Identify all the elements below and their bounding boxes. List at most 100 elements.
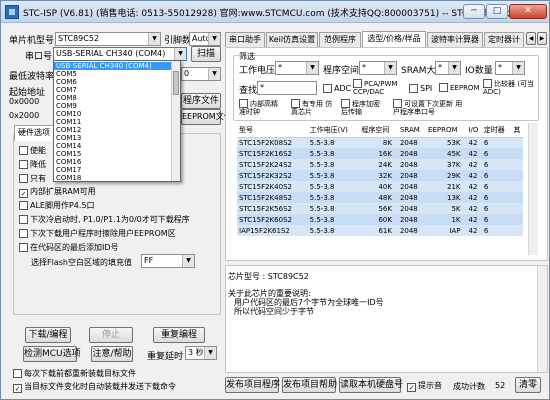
table-scrollbar[interactable]	[528, 123, 538, 255]
checkbox[interactable]	[19, 215, 28, 224]
column-header[interactable]: SRAM	[397, 123, 427, 138]
filter-spi[interactable]: SPI	[409, 83, 432, 94]
io-count-select[interactable]: * ▼	[495, 61, 525, 75]
reload-before-download-option[interactable]: 每次下载前都重新装载目标文件	[13, 368, 136, 379]
port-option[interactable]: COM6	[54, 78, 172, 86]
column-header[interactable]: 其	[511, 123, 523, 138]
checkbox[interactable]	[13, 369, 22, 378]
port-option[interactable]: COM9	[54, 102, 172, 110]
info-scrollbar[interactable]	[537, 266, 547, 372]
filter-adc[interactable]: ADC	[323, 83, 351, 94]
checkbox[interactable]	[323, 84, 332, 93]
publish-program-button[interactable]: 发布项目程序	[225, 377, 280, 393]
stop-button[interactable]: 停止	[89, 327, 133, 343]
beep-option[interactable]: ✓ 提示音	[407, 380, 442, 392]
port-option[interactable]: COM15	[54, 150, 172, 158]
tab-baud-calculator[interactable]: 波特率计算器	[427, 32, 483, 47]
repeat-program-button[interactable]: 重复编程	[153, 327, 205, 343]
port-option[interactable]: COM5	[54, 70, 172, 78]
checkbox[interactable]	[341, 99, 350, 108]
option-ale-pin[interactable]: ALE脚用作P4.5口	[19, 200, 95, 211]
close-button[interactable]: ✕	[509, 4, 547, 19]
help-button[interactable]: 注意/帮助	[91, 346, 133, 362]
baud-select[interactable]: 0 ▼	[181, 67, 221, 81]
checkbox[interactable]	[19, 160, 28, 169]
port-option[interactable]: COM8	[54, 94, 172, 102]
detect-mcu-button[interactable]: 检测MCU选项	[23, 346, 81, 362]
table-row[interactable]: IAP15F2K61S2 5.5-3.8 61K 2048 IAP 42 6	[237, 225, 523, 236]
tab-serial-assistant[interactable]: 串口助手	[225, 32, 265, 47]
column-header[interactable]: EEPROM	[426, 123, 467, 138]
scan-button[interactable]: 扫描	[191, 46, 221, 62]
table-row[interactable]: STC15F2K40S2 5.5-3.8 40K 2048 21K 42 6	[237, 181, 523, 192]
clear-count-button[interactable]: 清零	[515, 377, 541, 393]
option-internal-ram[interactable]: ✓ 内部扩展RAM可用	[19, 186, 96, 198]
port-option[interactable]: COM17	[54, 166, 172, 174]
checkbox[interactable]	[393, 99, 402, 108]
table-row[interactable]: STC15F2K56S2 5.5-3.8 56K 2048 5K 42 6	[237, 203, 523, 214]
checkbox[interactable]	[439, 83, 448, 92]
table-row[interactable]: STC15F2K32S2 5.5-3.8 32K 2048 29K 42 6	[237, 170, 523, 181]
filter-encrypt[interactable]: 程序加密 后传输	[341, 99, 387, 116]
port-option[interactable]: COM18	[54, 174, 172, 182]
filter-comparator[interactable]: 比较器 (可当ADC)	[483, 79, 537, 96]
voltage-select[interactable]: * ▼	[275, 61, 319, 75]
column-header[interactable]: 型号	[237, 123, 308, 138]
port-option[interactable]: COM14	[54, 142, 172, 150]
checkbox[interactable]	[483, 79, 492, 88]
tab-keil-settings[interactable]: Keil仿真设置	[266, 32, 318, 47]
tab-scroll-left-button[interactable]: ◀	[526, 32, 536, 45]
column-header[interactable]: 工作电压(V)	[307, 123, 360, 138]
port-option[interactable]: COM16	[54, 158, 172, 166]
tab-hardware-options[interactable]: 硬件选项	[14, 125, 54, 141]
column-header[interactable]: 程序空间	[359, 123, 398, 138]
maximize-button[interactable]: □	[486, 4, 508, 19]
option-erase-eeprom[interactable]: 下次下载用户程序时擦除用户EEPROM区	[19, 228, 176, 239]
table-row[interactable]: STC15F2K48S2 5.5-3.8 48K 2048 13K 42 6	[237, 192, 523, 203]
read-disk-serial-button[interactable]: 读取本机硬盘号	[339, 377, 403, 393]
option-enable[interactable]: 使能	[19, 145, 46, 156]
checkbox-checked[interactable]: ✓	[19, 189, 28, 198]
option-reduce[interactable]: 降低	[19, 159, 46, 170]
tab-timer-calc[interactable]: 定时器计	[484, 32, 524, 47]
filter-emulator[interactable]: 有专用 仿真芯片	[291, 99, 337, 116]
table-row[interactable]: STC15F2K16S2 5.5-3.8 16K 2048 45K 42 6	[237, 148, 523, 159]
checkbox[interactable]	[353, 79, 362, 88]
checkbox-checked[interactable]: ✓	[407, 383, 416, 392]
pin-count-select[interactable]: Auto ▼	[189, 32, 221, 46]
publish-help-button[interactable]: 发布项目帮助	[282, 377, 337, 393]
find-input[interactable]: *	[257, 81, 317, 95]
table-row[interactable]: STC15F2K60S2 5.5-3.8 60K 2048 1K 42 6	[237, 214, 523, 225]
serial-port-select[interactable]: USB-SERIAL CH340 (COM4) ▼	[53, 47, 187, 61]
checkbox[interactable]	[239, 99, 248, 108]
minimize-button[interactable]: ─	[463, 4, 485, 19]
tab-selection-price[interactable]: 选型/价格/样品	[362, 31, 426, 47]
flash-size-select[interactable]: * ▼	[359, 61, 397, 75]
filter-pca[interactable]: PCA/PWM CCP/DAC	[353, 79, 401, 96]
checkbox[interactable]	[19, 229, 28, 238]
port-option[interactable]: COM13	[54, 134, 172, 142]
port-option[interactable]: COM11	[54, 118, 172, 126]
auto-load-option[interactable]: ✓ 当目标文件变化时自动装载并发送下载命令	[13, 381, 176, 393]
table-row[interactable]: STC15F2K08S2 5.5-3.8 8K 2048 53K 42 6	[237, 137, 523, 148]
table-row[interactable]: STC15F2K24S2 5.5-3.8 24K 2048 37K 42 6	[237, 159, 523, 170]
checkbox[interactable]	[291, 99, 300, 108]
checkbox[interactable]	[19, 243, 28, 252]
checkbox[interactable]	[19, 146, 28, 155]
filter-eeprom[interactable]: EEPROM	[439, 83, 479, 94]
download-program-button[interactable]: 下载/编程	[25, 327, 71, 343]
port-option[interactable]: COM7	[54, 86, 172, 94]
sram-size-select[interactable]: * ▼	[435, 61, 461, 75]
checkbox[interactable]	[19, 174, 28, 183]
port-option[interactable]: USB-SERIAL CH340 (COM4)	[54, 62, 172, 70]
open-program-file-button[interactable]: 程序文件	[181, 93, 221, 109]
repeat-delay-select[interactable]: 3 秒 ▼	[185, 346, 217, 360]
column-header[interactable]: 定时器	[481, 123, 512, 138]
option-add-id[interactable]: 在代码区的最后添加ID号	[19, 242, 119, 253]
option-only[interactable]: 只有	[19, 173, 46, 184]
option-cold-start[interactable]: 下次冷启动时, P1.0/P1.1为0/0才可下载程序	[19, 214, 190, 225]
filter-user-serial[interactable]: 可设置下次更新 用户程序串口号	[393, 99, 463, 116]
filter-internal-osc[interactable]: 内部高精 准时钟	[239, 99, 287, 116]
tab-scroll-right-button[interactable]: ▶	[537, 32, 547, 45]
mcu-type-select[interactable]: STC89C52 ▼	[55, 32, 161, 46]
